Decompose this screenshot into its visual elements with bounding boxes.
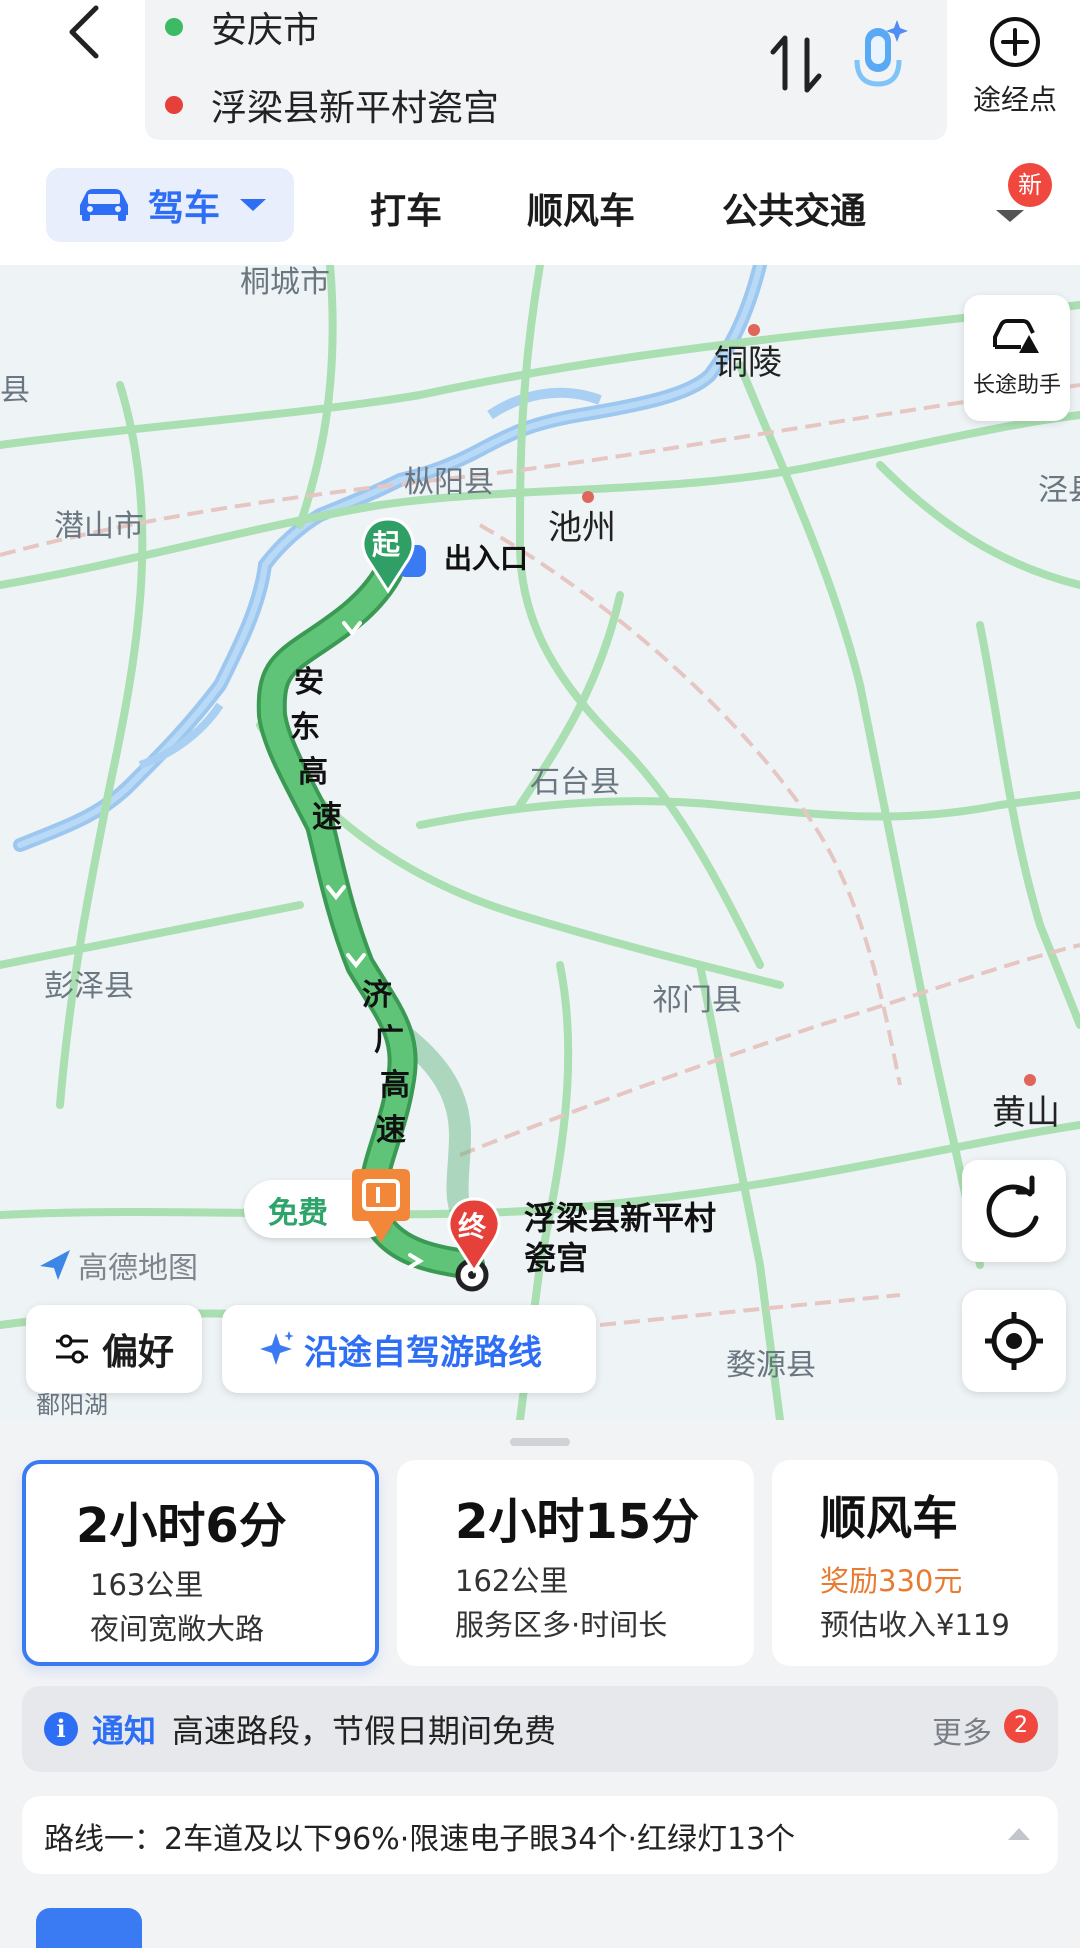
map-label-tongcheng: 桐城市 bbox=[240, 265, 330, 300]
tab-drive[interactable]: 驾车 bbox=[46, 168, 294, 242]
map-label-jing: 泾县 bbox=[1038, 473, 1080, 508]
map-label-qianshan: 潜山市 bbox=[54, 509, 144, 544]
origin-dot-icon bbox=[165, 18, 183, 36]
route-sheet: 2小时6分 163公里 夜间宽敞大路 2小时15分 162公里 服务区多·时间长… bbox=[0, 1420, 1080, 1948]
road-label-char: 速 bbox=[312, 800, 342, 835]
origin-row[interactable]: 安庆市 bbox=[165, 2, 319, 52]
map-label-exit: 出入口 bbox=[444, 542, 529, 575]
new-badge: 新 bbox=[1008, 163, 1052, 207]
map-view[interactable]: 起 终 桐城市 铜陵 县 枞阳县 池州 潜山市 泾县 石台县 彭泽县 祁门县 黄… bbox=[0, 265, 1080, 1420]
notice-count-badge: 2 bbox=[1004, 1709, 1038, 1743]
waypoint-label: 途经点 bbox=[972, 83, 1057, 116]
car-assistant-icon bbox=[993, 319, 1039, 353]
sliders-icon bbox=[56, 1334, 88, 1364]
map-label-qimen: 祁门县 bbox=[652, 983, 742, 1018]
microphone-icon bbox=[854, 20, 908, 87]
chevron-up-icon bbox=[1008, 1828, 1030, 1840]
swap-button[interactable] bbox=[767, 30, 827, 100]
route-option-1[interactable]: 2小时6分 163公里 夜间宽敞大路 bbox=[22, 1460, 379, 1666]
road-trip-route-label: 沿途自驾游路线 bbox=[304, 1332, 542, 1373]
origin-text: 安庆市 bbox=[211, 10, 320, 51]
route-note: 服务区多·时间长 bbox=[455, 1608, 668, 1642]
route-preference-button[interactable]: 偏好 bbox=[26, 1305, 202, 1393]
destination-label-line2: 瓷宫 bbox=[524, 1239, 589, 1277]
route-input-box: 安庆市 浮梁县新平村瓷宫 bbox=[145, 0, 947, 140]
map-label-huangshan: 黄山 bbox=[992, 1093, 1060, 1133]
my-location-button[interactable] bbox=[962, 1290, 1066, 1392]
amap-logo-text: 高德地图 bbox=[78, 1251, 198, 1286]
refresh-route-button[interactable] bbox=[962, 1160, 1066, 1262]
road-label-char: 速 bbox=[376, 1113, 406, 1148]
road-label-char: 安 bbox=[294, 665, 324, 700]
road-trip-route-button[interactable]: 沿途自驾游路线 bbox=[222, 1305, 596, 1393]
map-label-county-left: 县 bbox=[0, 373, 30, 408]
toll-free-label: 免费 bbox=[268, 1196, 328, 1231]
car-icon bbox=[80, 189, 128, 221]
start-marker-label: 起 bbox=[372, 528, 401, 561]
caret-down-icon bbox=[240, 199, 267, 211]
amap-logo-icon bbox=[40, 1250, 70, 1280]
long-trip-assistant-button[interactable]: 长途助手 bbox=[964, 295, 1070, 421]
route-preference-label: 偏好 bbox=[102, 1332, 175, 1373]
map-label-tongling: 铜陵 bbox=[714, 343, 782, 383]
route-time: 2小时15分 bbox=[455, 1494, 700, 1550]
tab-taxi[interactable]: 打车 bbox=[370, 182, 442, 234]
transport-mode-tabs: 驾车 打车 顺风车 公共交通 bbox=[0, 168, 1080, 244]
route-detail-text: 路线一：2车道及以下96%·限速电子眼34个·红绿灯13个 bbox=[44, 1822, 796, 1857]
map-label-pengze: 彭泽县 bbox=[44, 969, 134, 1004]
destination-dot-icon bbox=[165, 96, 183, 114]
tab-public-transit[interactable]: 公共交通 bbox=[722, 182, 866, 234]
road-label-char: 广 bbox=[374, 1023, 404, 1058]
sparkle-icon bbox=[260, 1331, 294, 1365]
destination-text: 浮梁县新平村瓷宫 bbox=[211, 88, 500, 129]
notice-more-link[interactable]: 更多 bbox=[932, 1708, 992, 1752]
add-waypoint-button[interactable]: 途经点 bbox=[960, 10, 1070, 120]
notice-text: 高速路段，节假日期间免费 bbox=[172, 1712, 557, 1750]
plus-circle-icon bbox=[990, 17, 1040, 67]
refresh-icon bbox=[986, 1175, 1039, 1238]
destination-row[interactable]: 浮梁县新平村瓷宫 bbox=[165, 80, 499, 130]
amap-logo: 高德地图 bbox=[38, 1243, 198, 1287]
info-icon: i bbox=[44, 1712, 78, 1746]
road-label-char: 济 bbox=[362, 978, 392, 1013]
route-distance: 162公里 bbox=[455, 1564, 569, 1598]
back-button[interactable] bbox=[52, 0, 122, 70]
voice-assistant-button[interactable] bbox=[845, 18, 915, 98]
swap-icon bbox=[770, 35, 822, 93]
tab-drive-label: 驾车 bbox=[148, 188, 221, 229]
toll-station-icon bbox=[352, 1169, 410, 1243]
map-label-shitai: 石台县 bbox=[530, 765, 620, 800]
top-bar: 安庆市 浮梁县新平村瓷宫 途经点 驾车 打车 顺风车 公共交通 新 bbox=[0, 0, 1080, 265]
next-card-peek bbox=[36, 1908, 142, 1948]
long-trip-assistant-label: 长途助手 bbox=[972, 373, 1061, 398]
route-time: 2小时6分 bbox=[76, 1498, 287, 1554]
carpool-option[interactable]: 顺风车 奖励330元 预估收入¥119 bbox=[772, 1460, 1058, 1666]
locate-icon bbox=[985, 1312, 1043, 1370]
route-option-2[interactable]: 2小时15分 162公里 服务区多·时间长 bbox=[397, 1460, 754, 1666]
map-label-chizhou: 池州 bbox=[548, 508, 616, 548]
route-detail-bar[interactable]: 路线一：2车道及以下96%·限速电子眼34个·红绿灯13个 bbox=[22, 1796, 1058, 1874]
route-note: 夜间宽敞大路 bbox=[90, 1612, 265, 1646]
road-label-char: 高 bbox=[298, 755, 328, 790]
carpool-income: 预估收入¥119 bbox=[820, 1608, 1010, 1642]
map-label-zongyang: 枞阳县 bbox=[404, 465, 494, 500]
end-marker-label: 终 bbox=[458, 1210, 487, 1243]
route-distance: 163公里 bbox=[90, 1568, 204, 1602]
carpool-reward: 奖励330元 bbox=[820, 1564, 963, 1598]
road-label-char: 高 bbox=[380, 1068, 410, 1103]
notice-bar[interactable]: i 通知 高速路段，节假日期间免费 更多 2 bbox=[22, 1686, 1058, 1772]
carpool-title: 顺风车 bbox=[820, 1491, 958, 1545]
sheet-drag-handle[interactable] bbox=[510, 1438, 570, 1446]
notice-title: 通知 bbox=[92, 1712, 157, 1750]
map-label-wuyuan: 婺源县 bbox=[726, 1348, 816, 1383]
chevron-left-icon bbox=[69, 5, 99, 59]
tab-carpool[interactable]: 顺风车 bbox=[527, 182, 635, 234]
road-label-char: 东 bbox=[290, 710, 320, 745]
